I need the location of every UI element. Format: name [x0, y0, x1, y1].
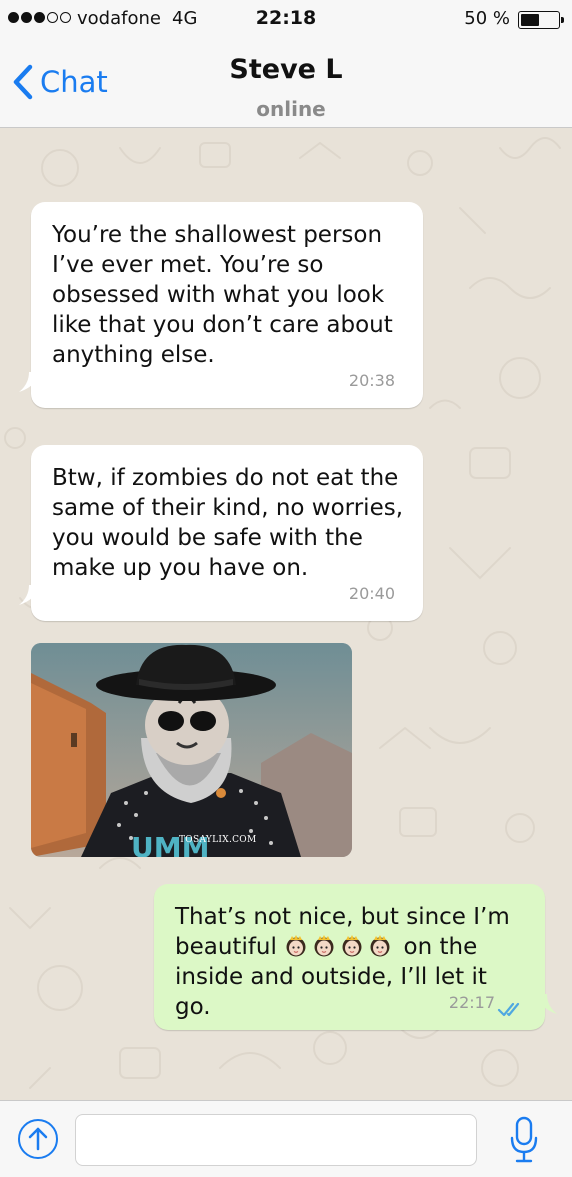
bubble-tail [19, 585, 39, 605]
message-time: 20:40 [348, 584, 395, 603]
princess-emoji [370, 935, 390, 957]
outgoing-message[interactable]: That’s not nice, but since I’m beautiful… [154, 884, 557, 1030]
message-time: 20:38 [348, 371, 395, 390]
contact-name[interactable]: Steve L [0, 54, 572, 85]
contact-status: online [256, 97, 326, 121]
battery-icon [518, 11, 564, 29]
message-text: Btw, if zombies do not eat the same of t… [52, 465, 404, 581]
bubble-tail [19, 372, 39, 392]
message-input[interactable] [75, 1114, 477, 1166]
upload-arrow-icon[interactable] [17, 1118, 59, 1160]
chat-header: Chat Steve L online [0, 40, 572, 128]
incoming-message[interactable]: Btw, if zombies do not eat the same of t… [19, 445, 423, 621]
princess-emoji [286, 935, 306, 957]
message-input-bar [0, 1100, 572, 1177]
princess-emoji [314, 935, 334, 957]
battery-percentage: 50 % [464, 8, 510, 29]
status-bar: vodafone 4G 22:18 50 % [0, 0, 572, 40]
incoming-message[interactable]: You’re the shallowest person I’ve ever m… [19, 202, 423, 408]
microphone-icon[interactable] [508, 1116, 540, 1164]
message-time: 22:17 [448, 993, 495, 1012]
message-text: You’re the shallowest person I’ve ever m… [52, 222, 393, 368]
bubble-tail [537, 994, 557, 1014]
princess-emoji [342, 935, 362, 957]
image-message[interactable]: UMM TOSAYLIX.COM [31, 643, 352, 857]
chat-area[interactable]: You’re the shallowest person I’ve ever m… [0, 128, 572, 1100]
image-watermark: TOSAYLIX.COM [179, 835, 257, 845]
double-check-read-icon [497, 1002, 520, 1017]
emoji-group [284, 934, 396, 960]
zombie-portrait-photo: UMM [31, 643, 352, 857]
